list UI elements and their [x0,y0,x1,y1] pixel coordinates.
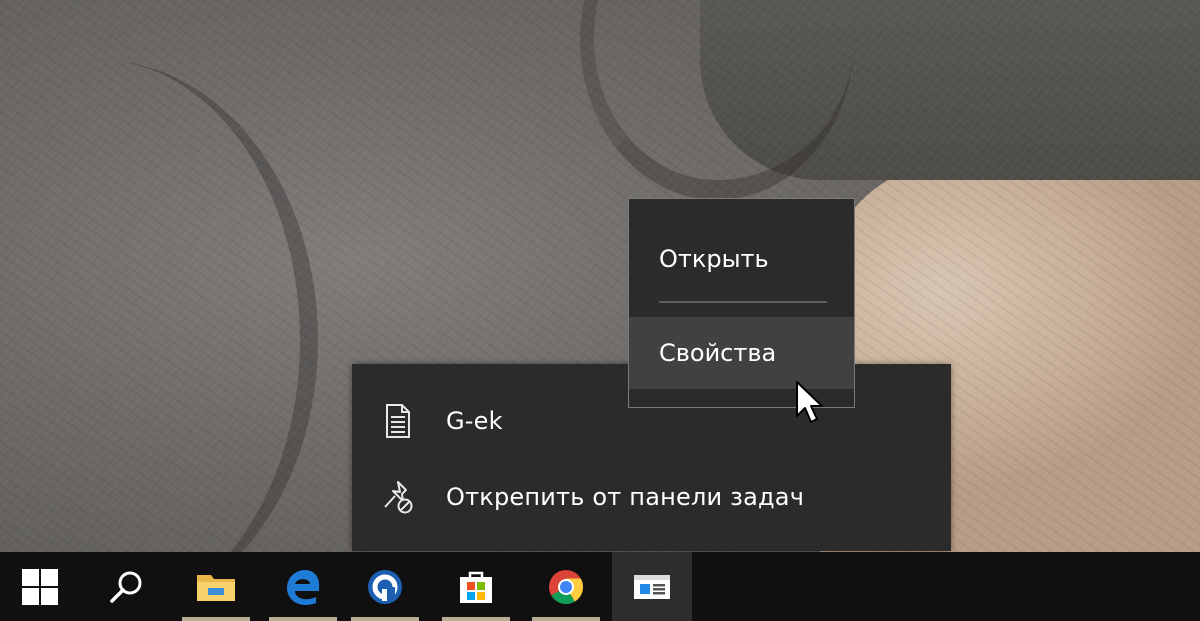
taskbar-active-window[interactable] [612,552,692,621]
start-button[interactable] [0,552,80,621]
jump-list-item-label: G-ek [446,407,503,435]
mouse-cursor-icon [796,381,823,423]
properties-menu-item[interactable]: Свойства [629,317,854,389]
menu-separator [659,301,827,303]
file-explorer-icon [197,574,235,601]
unpin-from-taskbar-item[interactable]: Открепить от панели задач [352,467,951,527]
search-icon [110,571,142,603]
search-button[interactable] [86,552,166,621]
taskbar-app-blue[interactable] [345,552,425,621]
context-menu: Открыть Свойства [628,198,855,408]
properties-menu-item-label: Свойства [659,339,777,367]
taskbar-file-explorer[interactable] [176,552,256,621]
taskbar-store[interactable] [436,552,516,621]
unpin-icon [378,477,418,517]
window-app-icon [634,574,670,599]
taskbar [0,552,1200,621]
windows-start-icon [22,568,58,605]
unpin-from-taskbar-label: Открепить от панели задач [446,483,805,511]
chrome-icon [549,569,584,604]
blue-circle-app-icon [368,569,402,604]
taskbar-chrome[interactable] [526,552,606,621]
document-icon [378,401,418,441]
edge-icon [287,569,320,605]
open-menu-item[interactable]: Открыть [629,223,854,295]
store-icon [460,571,492,603]
taskbar-edge[interactable] [263,552,343,621]
open-menu-item-label: Открыть [659,245,769,273]
